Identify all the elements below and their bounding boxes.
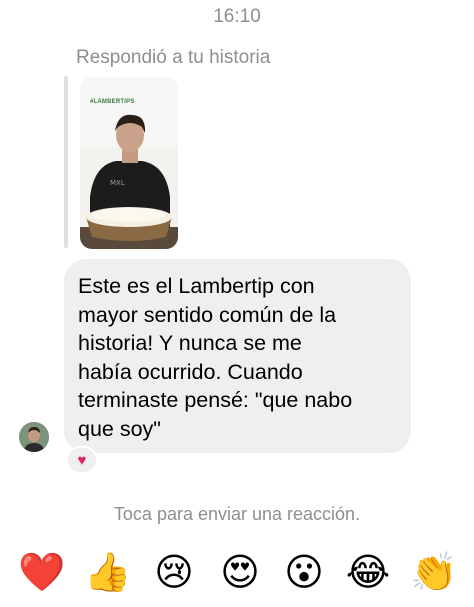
reaction-bar: ❤️ 👍 😢 😍 😮 😂 👏 — [0, 548, 474, 598]
crying-face-reaction-icon[interactable]: 😢 — [150, 548, 198, 596]
sender-avatar[interactable] — [19, 422, 49, 452]
heart-reaction-icon[interactable]: ❤️ — [18, 548, 66, 596]
heart-eyes-reaction-icon[interactable]: 😍 — [216, 548, 264, 596]
reaction-hint: Toca para enviar una reacción. — [113, 504, 361, 524]
message-timestamp: 16:10 — [213, 6, 261, 27]
laughing-face-reaction-icon[interactable]: 😂 — [344, 548, 392, 596]
message-reaction-badge[interactable]: ♥ — [66, 446, 98, 474]
heart-icon: ♥ — [77, 451, 87, 469]
avatar-image — [19, 422, 49, 452]
message-line: terminaste pensé: "que nabo — [78, 388, 353, 413]
message-line: que soy" — [78, 416, 161, 441]
svg-text:ⅯⅩⅬ: ⅯⅩⅬ — [110, 179, 125, 187]
story-hashtag: #LAMBERTIPS — [90, 99, 135, 105]
surprised-face-reaction-icon[interactable]: 😮 — [280, 548, 328, 596]
message-line: historia! Y nunca se me — [78, 331, 302, 356]
thumbs-up-reaction-icon[interactable]: 👍 — [84, 548, 132, 596]
message-line: mayor sentido común de la — [78, 302, 337, 327]
clapping-hands-reaction-icon[interactable]: 👏 — [410, 548, 458, 596]
story-thumbnail[interactable]: ⅯⅩⅬ #LAMBERTIPS — [80, 77, 178, 249]
story-reply-label: Respondió a tu historia — [76, 47, 271, 68]
message-line: había ocurrido. Cuando — [78, 359, 303, 384]
message-bubble[interactable]: Este es el Lambertip con mayor sentido c… — [64, 259, 411, 453]
story-reply-indicator-bar — [64, 76, 68, 248]
message-line: Este es el Lambertip con — [78, 274, 315, 298]
